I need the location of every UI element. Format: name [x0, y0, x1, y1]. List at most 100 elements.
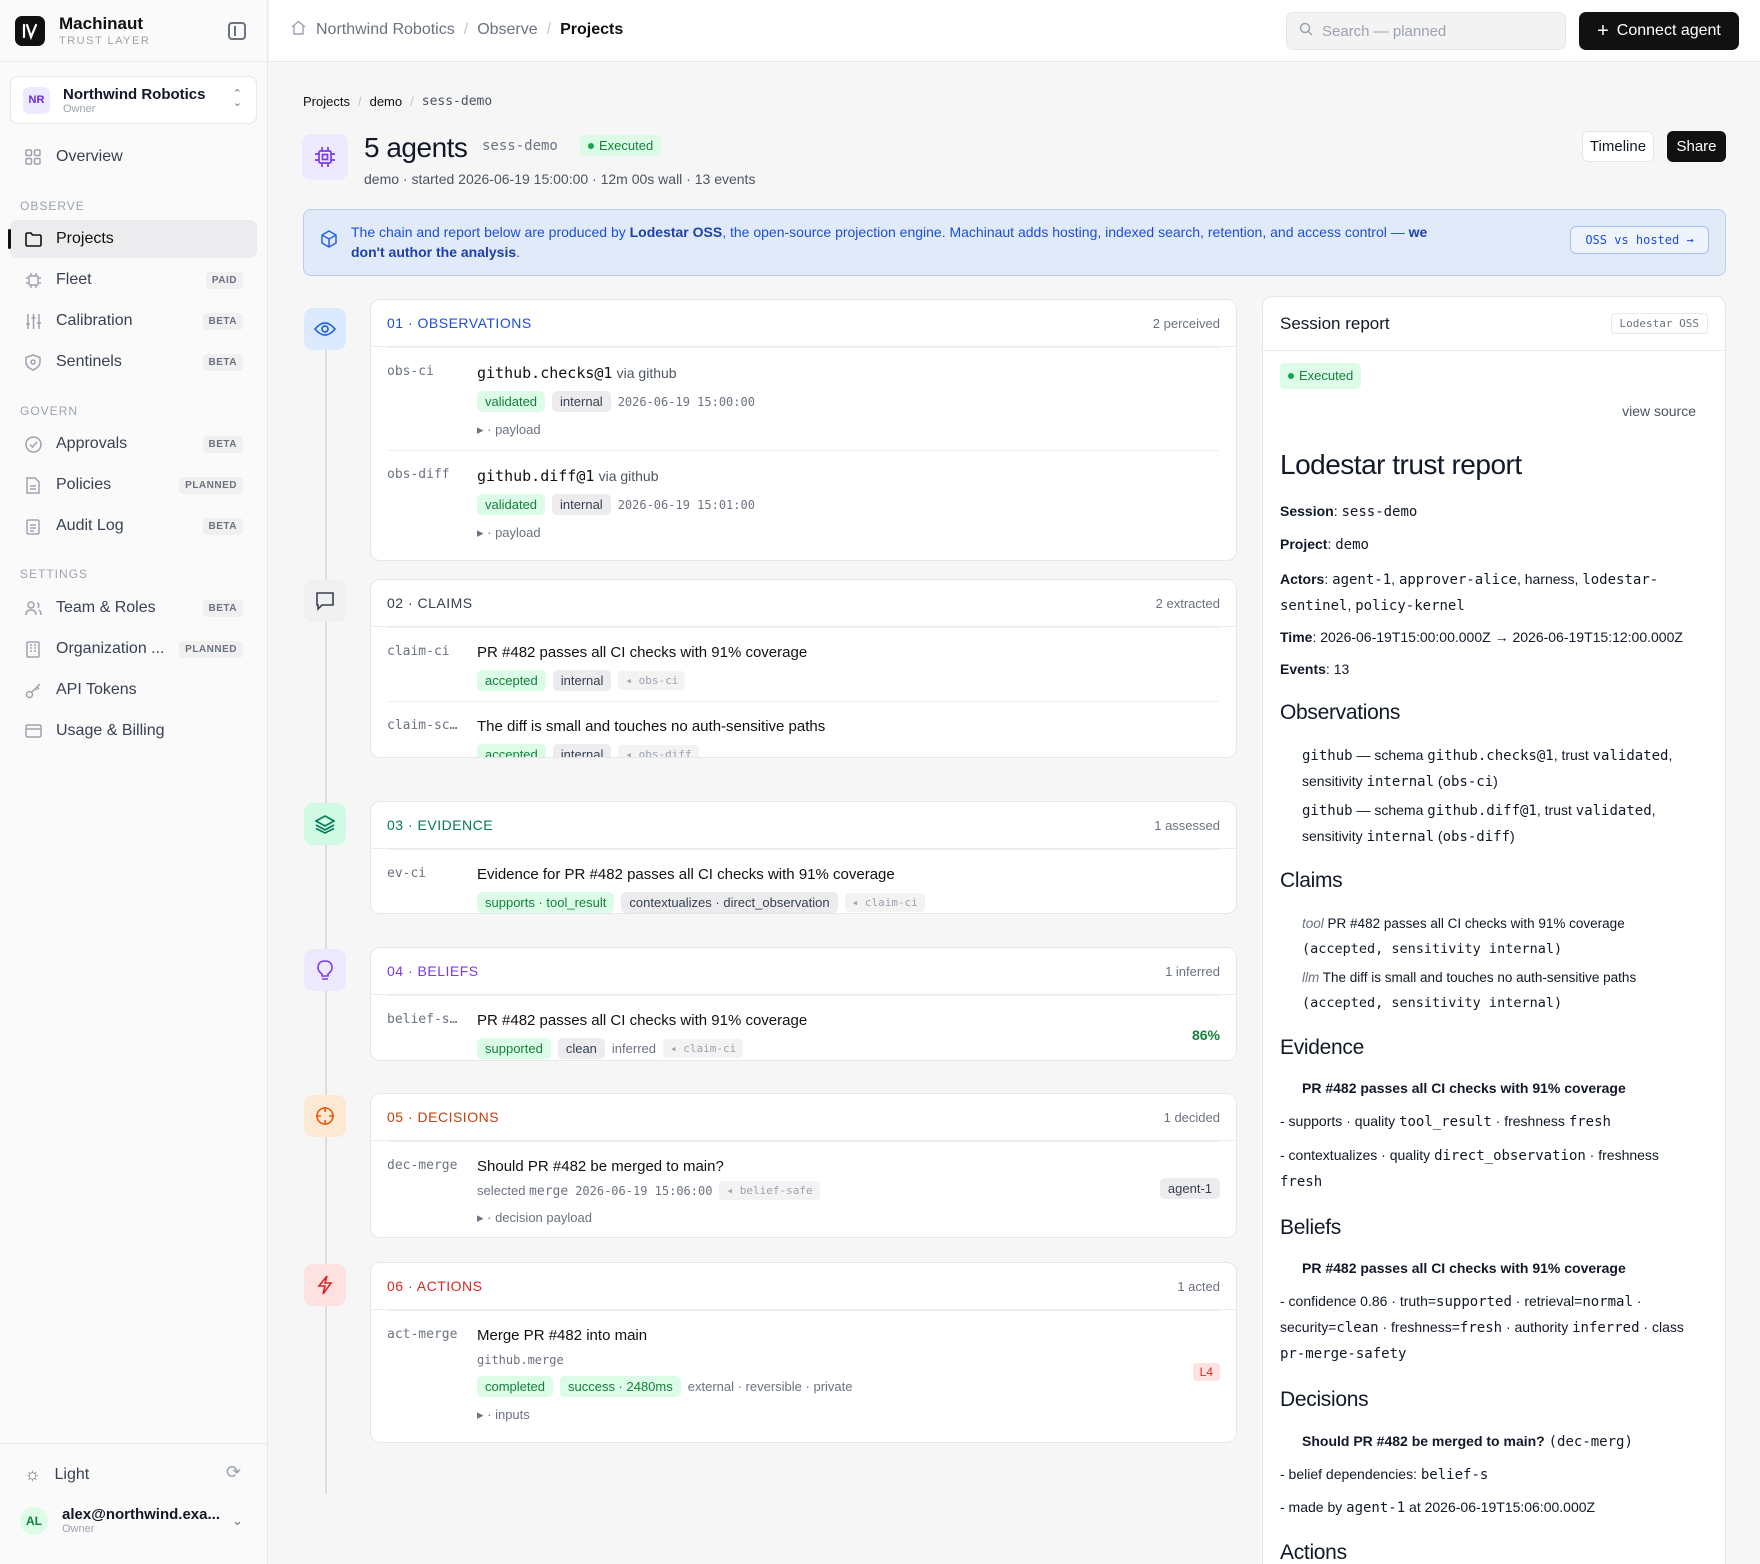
page-title: 5 agents	[364, 132, 468, 163]
chevron-down-icon[interactable]: ⌄	[232, 1513, 243, 1529]
observations-title: 01 · OBSERVATIONS	[387, 315, 532, 331]
report-project-line: Project: demo	[1280, 536, 1369, 553]
folder-icon	[24, 230, 42, 248]
action-attributes: external · reversible · private	[687, 1379, 853, 1394]
sidebar: Machinaut TRUST LAYER NR Northwind Robot…	[0, 0, 268, 1564]
source-ref[interactable]: ◂ obs-ci	[618, 671, 686, 690]
belief-line: - confidence 0.86 · truth=supported · re…	[1280, 1289, 1700, 1367]
payload-toggle[interactable]: ▸ · payload	[477, 422, 1220, 438]
obs-sensitivity: internal	[1366, 829, 1435, 845]
theme-label: Light	[54, 1465, 90, 1483]
nav-approvals[interactable]: Approvals BETA	[10, 425, 257, 463]
selected-option: selected merge	[477, 1183, 568, 1199]
nav-policies[interactable]: Policies PLANNED	[10, 466, 257, 504]
status-label: Executed	[599, 138, 654, 153]
nav-sentinels-label: Sentinels	[56, 353, 122, 370]
nav-policies-label: Policies	[56, 476, 112, 493]
home-icon[interactable]	[291, 20, 306, 40]
lodestar-oss-link: Lodestar OSS	[629, 224, 723, 240]
belief-retrieval: normal	[1582, 1294, 1633, 1310]
decision-payload-toggle[interactable]: ▸ · decision payload	[477, 1210, 1220, 1226]
claim-text: PR #482 passes all CI checks with 91% co…	[477, 644, 808, 661]
source-ref[interactable]: ◂ obs-diff	[618, 745, 699, 757]
breadcrumb-observe[interactable]: Observe	[477, 21, 537, 39]
confidence-value: 86%	[1191, 1027, 1220, 1043]
team-badge: BETA	[202, 599, 243, 617]
status-dot	[588, 142, 594, 149]
evidence-text-part: - supports · quality	[1280, 1113, 1400, 1129]
calibration-badge: BETA	[202, 312, 243, 330]
check-circle-icon	[24, 435, 42, 453]
nav-audit-log-label: Audit Log	[56, 517, 124, 534]
cpu-icon	[302, 134, 348, 180]
view-source-link[interactable]: view source	[1622, 401, 1696, 421]
timeline-button[interactable]: Timeline	[1582, 131, 1654, 162]
nav-section-observe: OBSERVE	[20, 199, 85, 213]
nav-calibration[interactable]: Calibration BETA	[10, 302, 257, 340]
nav-audit-log[interactable]: Audit Log BETA	[10, 507, 257, 545]
row-id: act-merge	[387, 1327, 458, 1342]
theme-toggle[interactable]: ☼ Light	[24, 1464, 89, 1485]
nav-fleet[interactable]: Fleet PAID	[10, 261, 257, 299]
refresh-icon[interactable]: ⟳	[226, 1462, 241, 1483]
nav-usage-billing[interactable]: Usage & Billing	[10, 712, 257, 750]
list-item: ev-ci Evidence for PR #482 passes all CI…	[387, 849, 1220, 913]
source-ref[interactable]: ◂ belief-safe	[719, 1181, 820, 1200]
breadcrumb-separator: /	[410, 94, 414, 109]
row-id: claim-sc…	[387, 718, 458, 733]
session-id: sess-demo	[482, 138, 558, 154]
nav-organization[interactable]: Organization ... PLANNED	[10, 630, 257, 668]
oss-vs-hosted-button[interactable]: OSS vs hosted →	[1570, 226, 1709, 254]
message-icon	[304, 580, 346, 622]
sliders-icon	[24, 312, 42, 330]
report-status-badge: Executed	[1280, 363, 1362, 389]
session-meta: demo · started 2026-06-19 15:00:00 · 12m…	[364, 171, 756, 187]
breadcrumb-org[interactable]: Northwind Robotics	[316, 21, 455, 39]
source-ref[interactable]: ◂ claim-ci	[844, 893, 925, 912]
building-icon	[24, 640, 42, 658]
nav-api-tokens[interactable]: API Tokens	[10, 671, 257, 709]
beliefs-count: 1 inferred	[1165, 963, 1220, 979]
nav-team-roles[interactable]: Team & Roles BETA	[10, 589, 257, 627]
nav-usage-billing-label: Usage & Billing	[56, 722, 165, 739]
belief-freshness: fresh	[1459, 1320, 1503, 1336]
connect-agent-button[interactable]: + Connect agent	[1579, 12, 1739, 50]
credit-card-icon	[24, 722, 42, 740]
nav-projects-label: Projects	[56, 230, 114, 247]
grid-icon	[24, 148, 42, 166]
evidence-card: 03 · EVIDENCE 1 assessed ev-ci Evidence f…	[370, 801, 1237, 914]
belief-title: PR #482 passes all CI checks with 91% co…	[1302, 1260, 1626, 1276]
collapse-sidebar-icon[interactable]	[228, 22, 246, 40]
inputs-toggle[interactable]: ▸ · inputs	[477, 1407, 1220, 1423]
payload-toggle[interactable]: ▸ · payload	[477, 525, 1220, 541]
sensitivity-badge: internal	[552, 744, 612, 757]
search-input[interactable]: Search — planned	[1286, 12, 1566, 50]
decision-value: agent-1	[1346, 1500, 1406, 1516]
organization-badge: PLANNED	[179, 640, 243, 658]
report-actions-heading: Actions	[1280, 1541, 1347, 1564]
key-icon	[24, 681, 42, 699]
evidence-text-part: · freshness	[1585, 1147, 1659, 1163]
breadcrumb-separator: /	[357, 94, 362, 109]
nav-overview[interactable]: Overview	[10, 138, 257, 176]
obs-schema: github.diff@1	[1427, 803, 1537, 819]
observations-count: 2 perceived	[1152, 315, 1220, 331]
action-status-badge: completed	[477, 1376, 553, 1397]
user-menu[interactable]: AL alex@northwind.exa... Owner	[20, 1506, 220, 1535]
source-ref[interactable]: ◂ claim-ci	[662, 1039, 744, 1058]
actor: approver-alice	[1398, 572, 1517, 588]
org-switcher[interactable]: NR Northwind Robotics Owner ⌃ ⌄	[10, 76, 257, 124]
subcrumb-projects[interactable]: Projects	[303, 94, 350, 109]
nav-sentinels[interactable]: Sentinels BETA	[10, 343, 257, 381]
list-item: belief-s… PR #482 passes all CI checks w…	[387, 995, 1220, 1060]
subcrumb-demo[interactable]: demo	[370, 94, 403, 109]
claim-kind: tool	[1302, 916, 1324, 931]
share-button[interactable]: Share	[1667, 131, 1726, 162]
risk-level-badge: L4	[1192, 1363, 1220, 1381]
timeline-line	[325, 312, 327, 1494]
trust-badge: validated	[477, 391, 546, 412]
brand-subtitle: TRUST LAYER	[59, 35, 151, 47]
row-id: obs-ci	[387, 364, 434, 379]
nav-projects[interactable]: Projects	[8, 220, 257, 258]
claim-meta: (accepted, sensitivity internal)	[1302, 995, 1563, 1011]
